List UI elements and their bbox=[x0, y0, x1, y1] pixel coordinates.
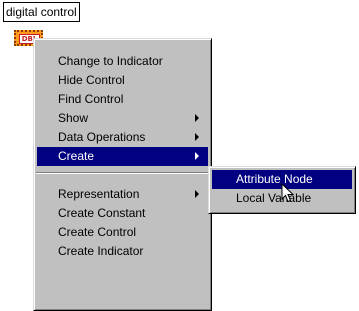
mouse-pointer-icon bbox=[281, 183, 295, 203]
submenu-arrow-icon bbox=[195, 133, 199, 141]
menu-item-create-control[interactable]: Create Control bbox=[37, 223, 208, 242]
menu-item-label: Create bbox=[58, 149, 95, 163]
menu-item-label: Hide Control bbox=[58, 73, 125, 87]
menu-item-label: Create Control bbox=[58, 225, 137, 239]
menu-item-label: Create Indicator bbox=[58, 244, 144, 258]
context-menu: Change to Indicator Hide Control Find Co… bbox=[33, 38, 212, 311]
menu-item-label: Change to Indicator bbox=[58, 54, 163, 68]
menu-item-hide-control[interactable]: Hide Control bbox=[37, 71, 208, 90]
menu-item-label: Data Operations bbox=[58, 130, 146, 144]
menu-item-data-operations[interactable]: Data Operations bbox=[37, 128, 208, 147]
menu-separator bbox=[36, 172, 209, 174]
menu-item-change-to-indicator[interactable]: Change to Indicator bbox=[37, 52, 208, 71]
menu-item-label: Create Constant bbox=[58, 206, 146, 220]
submenu-arrow-icon bbox=[195, 190, 199, 198]
menu-item-representation[interactable]: Representation bbox=[37, 185, 208, 204]
menu-item-create-indicator[interactable]: Create Indicator bbox=[37, 242, 208, 261]
menu-item-label: Find Control bbox=[58, 92, 124, 106]
control-label[interactable]: digital control bbox=[3, 2, 80, 22]
menu-item-create[interactable]: Create bbox=[37, 147, 208, 166]
menu-item-show[interactable]: Show bbox=[37, 109, 208, 128]
menu-item-create-constant[interactable]: Create Constant bbox=[37, 204, 208, 223]
submenu-item-label: Local Variable bbox=[236, 191, 312, 205]
menu-item-label: Representation bbox=[58, 187, 140, 201]
submenu-arrow-icon bbox=[195, 152, 199, 160]
menu-item-label: Show bbox=[58, 111, 89, 125]
submenu-item-label: Attribute Node bbox=[236, 172, 313, 186]
menu-item-find-control[interactable]: Find Control bbox=[37, 90, 208, 109]
submenu-arrow-icon bbox=[195, 114, 199, 122]
